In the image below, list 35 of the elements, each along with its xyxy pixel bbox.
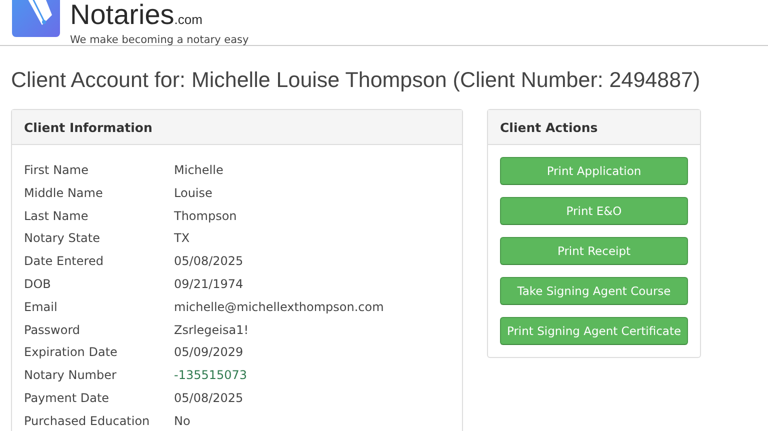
brand-suffix: .com [174, 11, 202, 29]
field-label: Notary State [24, 230, 101, 248]
field-value: Thompson [174, 208, 238, 225]
field-value: Louise [174, 184, 214, 202]
field-label: Last Name [24, 208, 90, 225]
action-button[interactable]: Print Application [500, 157, 688, 185]
brand-name: Notaries [70, 1, 174, 29]
field-value: 09/21/1974 [174, 276, 244, 293]
action-button[interactable]: Print Receipt [500, 237, 688, 265]
action-button[interactable]: Print Signing Agent Certificate [500, 317, 688, 345]
field-value: 05/09/2029 [174, 344, 244, 362]
field-value: No [174, 412, 192, 430]
field-value: Zsrlegeisa1! [174, 322, 250, 339]
field-value: 05/08/2025 [174, 253, 244, 270]
action-button[interactable]: Print E&O [500, 197, 688, 225]
field-label: DOB [24, 276, 52, 293]
field-value: 05/08/2025 [174, 390, 244, 407]
field-value: michelle@michellexthompson.com [174, 298, 385, 316]
field-label: Expiration Date [24, 344, 118, 362]
field-label: Email [24, 298, 58, 316]
action-button[interactable]: Take Signing Agent Course [500, 277, 688, 305]
field-value: Michelle [174, 162, 224, 179]
tagline: We make becoming a notary easy [70, 34, 249, 46]
field-label: Purchased Education [24, 412, 151, 430]
field-label: Notary Number [24, 367, 118, 384]
field-label: Date Entered [24, 253, 104, 270]
field-value: TX [174, 230, 191, 248]
field-label: Middle Name [24, 184, 104, 202]
field-label: First Name [24, 162, 90, 179]
field-label: Payment Date [24, 390, 110, 407]
field-label: Password [24, 322, 82, 339]
panel-title: Client Actions [500, 120, 598, 134]
field-value: -135515073 [174, 367, 248, 384]
page-title: Client Account for: Michelle Louise Thompson (Client Number: 2494887) [11, 68, 702, 93]
panel-title: Client Information [24, 120, 152, 134]
